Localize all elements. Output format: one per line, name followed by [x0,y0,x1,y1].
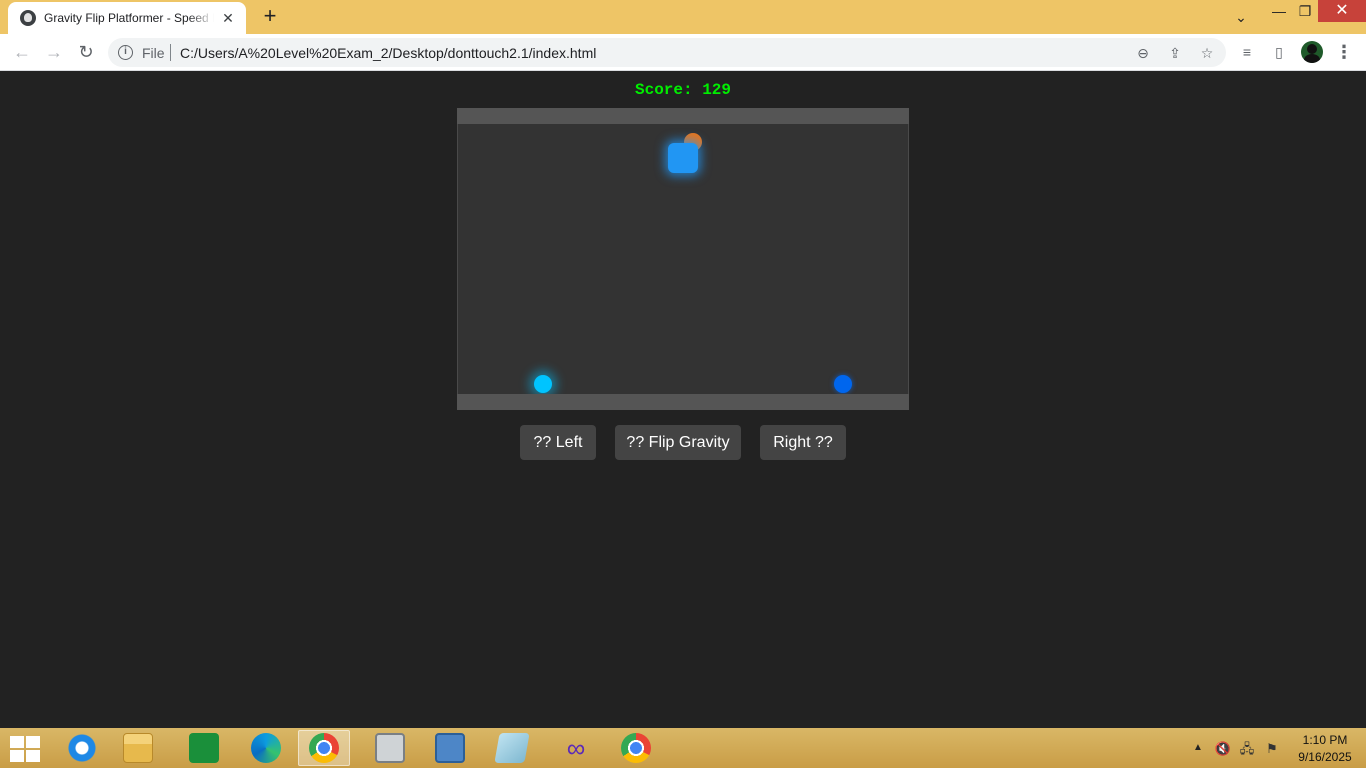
action-center-flag-icon[interactable]: ⚑ [1263,740,1281,758]
media-controls-icon[interactable]: ≡ [1237,42,1257,62]
forward-arrow-icon[interactable]: → [42,40,66,64]
taskbar: ∞ [0,728,1366,768]
score-display: Score: 129 [634,81,731,99]
taskbar-chrome-second[interactable] [610,730,662,766]
kebab-menu-icon[interactable]: ⋮ [1334,42,1354,62]
browser-tab[interactable]: Gravity Flip Platformer - Speed Platform… [8,2,246,34]
browser-titlebar: Gravity Flip Platformer - Speed Platform… [0,0,1366,34]
game-controls: ?? Left ?? Flip Gravity Right ?? [0,425,1366,460]
back-arrow-icon[interactable]: ← [10,40,34,64]
taskbar-store[interactable] [178,730,230,766]
store-icon [189,733,219,763]
chrome-icon [621,733,651,763]
flip-gravity-button[interactable]: ?? Flip Gravity [615,425,741,460]
side-panel-icon[interactable]: ▯ [1269,42,1289,62]
cyan-orb [534,375,552,393]
floor-platform [457,394,909,410]
taskbar-internet-explorer[interactable] [56,730,108,766]
disk-utility-icon [375,733,405,763]
clock-time[interactable]: 1:10 PM [1290,733,1360,747]
start-logo-pane [10,736,24,748]
url-scheme-label: File [142,45,165,61]
notepad-icon [494,733,530,763]
infinity-icon: ∞ [566,733,586,763]
tab-title: Gravity Flip Platformer - Speed Platform… [44,11,214,25]
tab-search-dropdown-icon[interactable]: ⌄ [1228,6,1254,28]
start-logo-pane [26,750,40,762]
address-bar[interactable]: i File C:/Users/A%20Level%20Exam_2/Deskt… [108,38,1226,67]
tab-close-icon[interactable]: ✕ [220,10,236,26]
browser-toolbar: ← → ↻ i File C:/Users/A%20Level%20Exam_2… [0,34,1366,71]
minimize-button[interactable]: — [1266,0,1292,22]
show-hidden-icons-chevron[interactable]: ▲ [1193,742,1203,753]
taskbar-chrome-active[interactable] [298,730,350,766]
volume-muted-icon[interactable]: 🔇 [1214,740,1232,758]
edge-icon [251,733,281,763]
bookmark-star-icon[interactable]: ☆ [1198,44,1216,62]
blue-orb [834,375,852,393]
taskbar-disk-utility[interactable] [364,730,416,766]
ceiling-platform [457,108,909,124]
taskbar-notepad[interactable] [486,730,538,766]
globe-icon [20,10,36,26]
address-separator [170,44,171,61]
windows-start-button[interactable] [8,734,40,762]
taskbar-file-explorer[interactable] [112,730,164,766]
move-left-button[interactable]: ?? Left [520,425,596,460]
page-viewport: Score: 129 ?? Left ?? Flip Gravity Right… [0,71,1366,728]
clock-date[interactable]: 9/16/2025 [1290,750,1360,764]
move-right-button[interactable]: Right ?? [760,425,846,460]
network-icon[interactable]: 🖧 [1238,740,1256,758]
profile-avatar[interactable] [1301,41,1323,63]
zoom-icon[interactable]: ⊖ [1134,44,1152,62]
chrome-icon [309,733,339,763]
restore-button[interactable]: ❐ [1292,0,1318,22]
close-window-button[interactable]: ✕ [1318,0,1366,22]
new-tab-button[interactable]: + [258,5,282,29]
game-canvas[interactable] [457,108,909,410]
start-logo-pane [26,736,40,748]
start-logo-pane [10,750,24,762]
taskbar-infinity-app[interactable]: ∞ [550,730,602,766]
reload-icon[interactable]: ↻ [74,40,98,64]
control-panel-icon [435,733,465,763]
folder-icon [123,733,153,763]
internet-explorer-icon [67,733,97,763]
url-text[interactable]: C:/Users/A%20Level%20Exam_2/Desktop/dont… [180,45,596,61]
player-square [668,143,698,173]
info-icon[interactable]: i [118,45,133,60]
taskbar-control-panel[interactable] [424,730,476,766]
share-icon[interactable]: ⇪ [1166,44,1184,62]
taskbar-edge[interactable] [240,730,292,766]
